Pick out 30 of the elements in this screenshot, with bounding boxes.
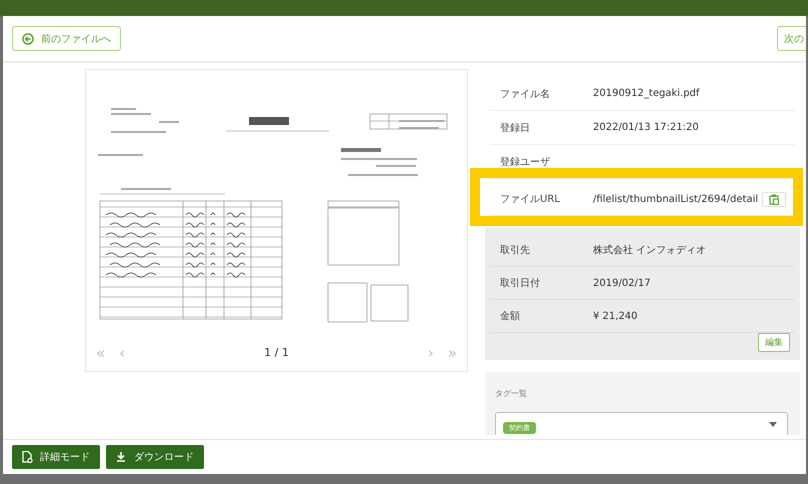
field-value: ¥ 21,240 bbox=[593, 310, 638, 322]
previous-file-button[interactable]: 前のファイルへ bbox=[12, 26, 121, 51]
previous-page-button[interactable]: ‹ bbox=[119, 344, 126, 362]
field-value: 2022/01/13 17:21:20 bbox=[593, 122, 699, 133]
next-page-button[interactable]: › bbox=[428, 344, 434, 362]
field-label: ファイル名 bbox=[500, 88, 551, 100]
detail-mode-button[interactable]: 詳細モード bbox=[12, 445, 100, 469]
edit-button[interactable]: 編集 bbox=[758, 333, 790, 352]
document-view-icon bbox=[22, 451, 33, 463]
field-value: 株式会社 インフォディオ bbox=[593, 244, 706, 257]
field-value: 2019/02/17 bbox=[593, 278, 651, 288]
first-page-button[interactable]: « bbox=[96, 344, 106, 362]
field-label: 取引先 bbox=[500, 244, 531, 257]
page-indicator: 1 / 1 bbox=[264, 346, 289, 359]
field-label: 金額 bbox=[500, 310, 521, 323]
download-icon bbox=[116, 451, 127, 463]
field-label: 登録ユーザ bbox=[500, 156, 551, 168]
file-url-text: /filelist/thumbnailList/2694/detail bbox=[593, 194, 758, 204]
field-value: 20190912_tegaki.pdf bbox=[593, 88, 700, 99]
field-label: ファイルURL bbox=[500, 193, 561, 206]
field-label: 取引日付 bbox=[500, 277, 541, 290]
last-page-button[interactable]: » bbox=[448, 344, 457, 362]
download-button[interactable]: ダウンロード bbox=[106, 445, 204, 469]
clipboard-icon bbox=[769, 194, 780, 204]
copy-button[interactable] bbox=[762, 192, 786, 206]
next-file-button[interactable]: 次の bbox=[777, 26, 806, 51]
field-label: 登録日 bbox=[500, 122, 531, 134]
tags-heading: タグ一覧 bbox=[495, 388, 528, 399]
back-arrow-icon bbox=[22, 32, 34, 44]
dropdown-caret-icon bbox=[769, 422, 777, 426]
